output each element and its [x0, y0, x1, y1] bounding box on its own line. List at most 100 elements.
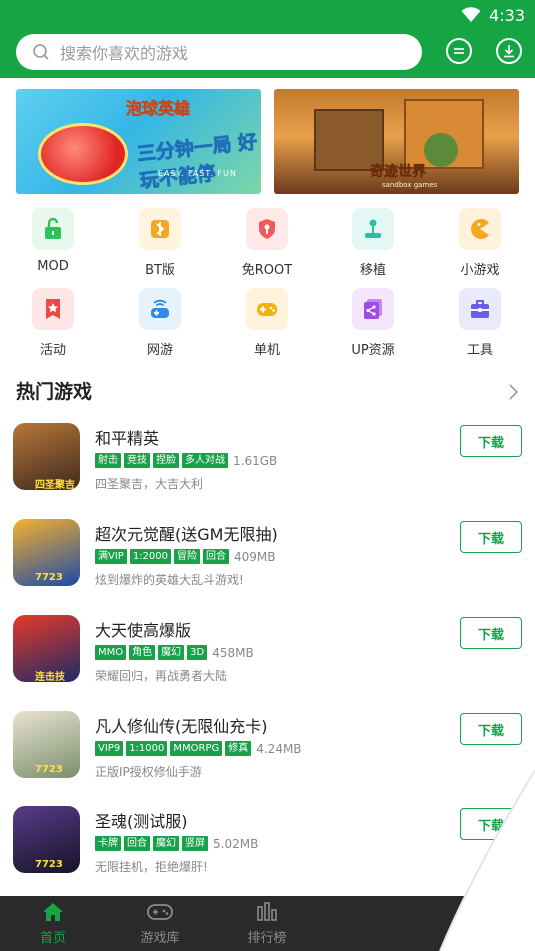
download-manager-button[interactable] — [496, 38, 522, 64]
banner-subtitle: sandbox games — [382, 181, 438, 189]
category-label: 单机 — [253, 343, 280, 358]
game-tag: 竞技 — [124, 453, 150, 468]
bottom-nav: 首页 游戏库 排行榜 — [0, 896, 535, 951]
game-description: 四圣聚吉，大吉大利 — [95, 477, 204, 491]
game-tags: 卡牌 回合 魔幻 竖屏 5.02MB — [95, 836, 258, 851]
category-label: MOD — [37, 259, 69, 274]
game-list-item[interactable]: 7723 超次元觉醒(送GM无限抽) 满VIP 1:2000 冒险 回合 409MB 炫… — [0, 519, 535, 615]
game-size: 458MB — [212, 645, 254, 660]
game-icon[interactable]: 7723 — [13, 519, 80, 586]
game-size: 409MB — [234, 549, 276, 564]
app-header: 4:33 搜索你喜欢的游戏 — [0, 0, 535, 78]
game-tag: 竖屏 — [182, 836, 208, 851]
game-name: 和平精英 — [95, 429, 160, 448]
banner-title: 泡球英雄 — [126, 99, 191, 119]
shield-key-icon — [246, 208, 288, 250]
game-tags: VIP9 1:1000 MMORPG 修真 4.24MB — [95, 741, 302, 756]
game-tag: 满VIP — [95, 549, 127, 564]
pacman-icon — [459, 208, 501, 250]
game-list-item[interactable]: 连击技 大天使高爆版 MMO 角色 魔幻 3D 458MB 荣耀回归，再战勇者大陆 下载 — [0, 615, 535, 711]
tab-label: 首页 — [39, 931, 66, 946]
game-icon-badge: 7723 — [35, 859, 63, 870]
game-tag: 修真 — [225, 741, 252, 756]
category-joystick[interactable]: 移植 — [333, 208, 413, 278]
game-tag: 卡牌 — [95, 836, 121, 851]
star-ribbon-icon — [32, 288, 74, 330]
game-icon[interactable]: 连击技 — [13, 615, 80, 682]
category-lock-open[interactable]: MOD — [13, 208, 93, 274]
home-icon — [43, 903, 63, 921]
download-button[interactable]: 下载 — [460, 425, 522, 457]
tab-game-library[interactable]: 游戏库 — [120, 896, 200, 951]
banner-sandbox-world[interactable]: 奇迹世界 sandbox games — [274, 89, 519, 194]
network-gamepad-icon — [139, 288, 181, 330]
tab-label: 排行榜 — [247, 931, 287, 946]
banner-character-image — [38, 123, 128, 185]
lock-open-icon — [32, 208, 74, 250]
category-label: 活动 — [39, 343, 66, 358]
tab-label: 游戏库 — [140, 931, 180, 946]
game-tags: MMO 角色 魔幻 3D 458MB — [95, 645, 254, 660]
banner-bubble-hero[interactable]: 泡球英雄 三分钟一局 好玩不能停 EASY. FAST. FUN — [16, 89, 261, 194]
message-icon — [454, 48, 464, 54]
game-description: 正版IP授权修仙手游 — [95, 765, 202, 779]
category-shield-key[interactable]: 免ROOT — [227, 208, 307, 278]
game-description: 荣耀回归，再战勇者大陆 — [95, 669, 228, 683]
download-button[interactable]: 下载 — [460, 713, 522, 745]
category-label: 工具 — [466, 343, 493, 358]
download-button[interactable]: 下载 — [460, 521, 522, 553]
share-stack-icon — [352, 288, 394, 330]
category-label: 免ROOT — [241, 263, 293, 278]
section-title: 热门游戏 — [16, 381, 93, 403]
wifi-icon — [461, 7, 481, 22]
chevron-right-icon[interactable] — [507, 382, 521, 402]
download-button[interactable]: 下载 — [460, 617, 522, 649]
game-size: 1.61GB — [233, 453, 278, 468]
download-icon — [504, 45, 514, 58]
game-tags: 射击 竞技 捏脸 多人对战 1.61GB — [95, 453, 277, 468]
category-toolbox[interactable]: 工具 — [440, 288, 520, 358]
game-tag: 回合 — [124, 836, 150, 851]
category-label: 网游 — [146, 343, 173, 358]
game-name: 大天使高爆版 — [95, 621, 192, 640]
game-list-item[interactable]: 7723 凡人修仙传(无限仙充卡) VIP9 1:1000 MMORPG 修真 4.24… — [0, 711, 535, 807]
status-bar: 4:33 — [461, 4, 525, 26]
game-tag: 1:2000 — [129, 549, 172, 564]
game-tag: 多人对战 — [182, 453, 228, 468]
banner-tagline: EASY. FAST. FUN — [158, 169, 237, 178]
game-tag: VIP9 — [95, 741, 124, 756]
game-icon-badge: 7723 — [35, 572, 63, 583]
game-description: 无限挂机，拒绝爆肝! — [95, 860, 208, 874]
game-list-item[interactable]: 四圣聚吉 和平精英 射击 竞技 捏脸 多人对战 1.61GB 四圣聚吉，大吉大利 下载 — [0, 423, 535, 519]
game-icon-badge: 7723 — [35, 764, 63, 775]
category-label: UP资源 — [351, 343, 395, 358]
category-label: BT版 — [145, 263, 175, 278]
game-tag: 3D — [187, 645, 208, 660]
category-star-ribbon[interactable]: 活动 — [13, 288, 93, 358]
message-button[interactable] — [446, 38, 472, 64]
category-gamepad[interactable]: 单机 — [227, 288, 307, 358]
gamepad-icon — [246, 288, 288, 330]
banner-slogan: 三分钟一局 好玩不能停 — [135, 130, 259, 193]
tab-ranking[interactable]: 排行榜 — [227, 896, 307, 951]
game-icon[interactable]: 7723 — [13, 711, 80, 778]
download-button[interactable]: 下载 — [460, 808, 522, 840]
category-pacman[interactable]: 小游戏 — [440, 208, 520, 278]
tab-home[interactable]: 首页 — [13, 896, 93, 951]
search-icon — [33, 44, 49, 60]
category-share-stack[interactable]: UP资源 — [333, 288, 413, 358]
game-size: 5.02MB — [213, 836, 259, 851]
game-icon[interactable]: 7723 — [13, 806, 80, 873]
game-tags: 满VIP 1:2000 冒险 回合 409MB — [95, 549, 276, 564]
search-placeholder: 搜索你喜欢的游戏 — [60, 44, 189, 63]
bt-icon — [139, 208, 181, 250]
game-name: 超次元觉醒(送GM无限抽) — [95, 525, 278, 544]
game-icon-badge: 连击技 — [35, 672, 65, 682]
status-time: 4:33 — [489, 5, 525, 25]
banner-title: 奇迹世界 — [370, 164, 427, 181]
game-list-item[interactable]: 7723 圣魂(测试服) 卡牌 回合 魔幻 竖屏 5.02MB 无限挂机，拒绝爆肝! 下… — [0, 806, 535, 902]
search-input[interactable]: 搜索你喜欢的游戏 — [16, 34, 422, 70]
game-icon[interactable]: 四圣聚吉 — [13, 423, 80, 490]
category-bt[interactable]: BT版 — [120, 208, 200, 278]
category-network-gamepad[interactable]: 网游 — [120, 288, 200, 358]
